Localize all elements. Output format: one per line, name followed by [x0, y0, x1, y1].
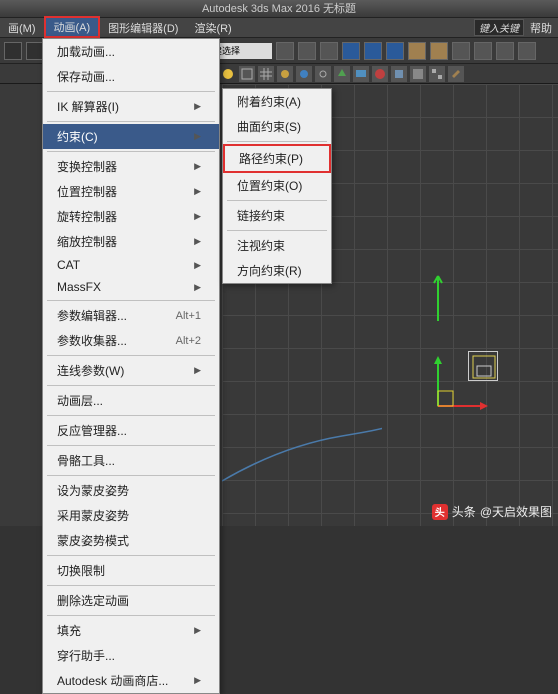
- layer-icon[interactable]: [452, 42, 470, 60]
- menu-separator: [227, 230, 327, 231]
- menu-item[interactable]: 路径约束(P): [223, 144, 331, 173]
- menu-item[interactable]: IK 解算器(I)▶: [43, 94, 219, 119]
- watermark-author: @天启效果图: [480, 503, 552, 520]
- menu-item[interactable]: 参数编辑器...Alt+1: [43, 303, 219, 328]
- menu-item[interactable]: 位置约束(O): [223, 173, 331, 198]
- box-icon[interactable]: [391, 66, 407, 82]
- menu-item[interactable]: 曲面约束(S): [223, 114, 331, 139]
- menu-separator: [47, 300, 215, 301]
- undo-icon[interactable]: [4, 42, 22, 60]
- menu-separator: [47, 385, 215, 386]
- menu-separator: [47, 475, 215, 476]
- menu-item[interactable]: 注视约束: [223, 233, 331, 258]
- menu-item[interactable]: 连线参数(W)▶: [43, 358, 219, 383]
- viewport-icon[interactable]: [239, 66, 255, 82]
- constraints-submenu: 附着约束(A)曲面约束(S) 路径约束(P)位置约束(O) 链接约束注视约束方向约束…: [222, 88, 332, 284]
- axis-indicator: [428, 271, 448, 326]
- light-icon[interactable]: [277, 66, 293, 82]
- menu-item[interactable]: 旋转控制器▶: [43, 204, 219, 229]
- menu-item[interactable]: 约束(C)▶: [43, 124, 219, 149]
- watermark-prefix: 头条: [452, 503, 476, 520]
- watermark-icon: 头: [432, 504, 448, 520]
- keyword-input[interactable]: 键入关键: [474, 19, 524, 36]
- menu-item[interactable]: 蒙皮姿势模式: [43, 528, 219, 553]
- menu-item[interactable]: 反应管理器...: [43, 418, 219, 443]
- screen-icon[interactable]: [353, 66, 369, 82]
- menu-separator: [227, 141, 327, 142]
- menu-item[interactable]: 设为蒙皮姿势: [43, 478, 219, 503]
- menu-separator: [47, 445, 215, 446]
- snap-icon[interactable]: [342, 42, 360, 60]
- mirror-icon[interactable]: [408, 42, 426, 60]
- menu-item[interactable]: 参数收集器...Alt+2: [43, 328, 219, 353]
- watermark: 头 头条 @天启效果图: [432, 503, 552, 520]
- panel-icon[interactable]: [410, 66, 426, 82]
- menu-item[interactable]: 加载动画...: [43, 39, 219, 64]
- menu-item[interactable]: MassFX▶: [43, 276, 219, 298]
- gear-icon[interactable]: [315, 66, 331, 82]
- menu-item[interactable]: 附着约束(A): [223, 89, 331, 114]
- render-icon[interactable]: [296, 66, 312, 82]
- animation-dropdown-menu: 加载动画...保存动画... IK 解算器(I)▶ 约束(C)▶ 变换控制器▶位置控制…: [42, 38, 220, 694]
- menu-separator: [47, 91, 215, 92]
- menu-rendering[interactable]: 渲染(R): [186, 18, 239, 37]
- material-icon[interactable]: [518, 42, 536, 60]
- menu-item[interactable]: 切换限制: [43, 558, 219, 583]
- menu-item[interactable]: 骨骼工具...: [43, 448, 219, 473]
- menu-item[interactable]: 动画层...: [43, 388, 219, 413]
- move-icon[interactable]: [276, 42, 294, 60]
- menu-separator: [47, 585, 215, 586]
- curve-editor-icon[interactable]: [474, 42, 492, 60]
- rotate-icon[interactable]: [298, 42, 316, 60]
- menu-separator: [227, 200, 327, 201]
- help-label[interactable]: 帮助: [530, 20, 552, 36]
- menu-item[interactable]: Autodesk 动画商店...▶: [43, 668, 219, 693]
- menu-separator: [47, 415, 215, 416]
- tree-icon[interactable]: [334, 66, 350, 82]
- angle-snap-icon[interactable]: [364, 42, 382, 60]
- menu-separator: [47, 615, 215, 616]
- menu-item[interactable]: 填充▶: [43, 618, 219, 643]
- globe-icon[interactable]: [372, 66, 388, 82]
- menu-item[interactable]: 链接约束: [223, 203, 331, 228]
- menu-item[interactable]: 采用蒙皮姿势: [43, 503, 219, 528]
- scale-icon[interactable]: [320, 42, 338, 60]
- menu-separator: [47, 151, 215, 152]
- menu-item[interactable]: 方向约束(R): [223, 258, 331, 283]
- transform-gizmo[interactable]: [418, 346, 498, 426]
- menu-item[interactable]: 删除选定动画: [43, 588, 219, 613]
- menu-item[interactable]: 保存动画...: [43, 64, 219, 89]
- sun-icon: [220, 66, 236, 82]
- menu-item[interactable]: 变换控制器▶: [43, 154, 219, 179]
- menu-separator: [47, 555, 215, 556]
- align-icon[interactable]: [430, 42, 448, 60]
- percent-snap-icon[interactable]: [386, 42, 404, 60]
- schematic-icon[interactable]: [496, 42, 514, 60]
- menu-graph-editors[interactable]: 图形编辑器(D): [100, 18, 186, 37]
- menu-bar: 画(M) 动画(A) 图形编辑器(D) 渲染(R) 键入关键 帮助: [0, 18, 558, 38]
- menu-separator: [47, 121, 215, 122]
- grid-icon[interactable]: [258, 66, 274, 82]
- menu-item[interactable]: 缩放控制器▶: [43, 229, 219, 254]
- spline-curve: [222, 426, 382, 486]
- grid2-icon[interactable]: [429, 66, 445, 82]
- menu-item[interactable]: 位置控制器▶: [43, 179, 219, 204]
- hammer-icon[interactable]: [448, 66, 464, 82]
- menu-item[interactable]: 穿行助手...: [43, 643, 219, 668]
- menu-item[interactable]: CAT▶: [43, 254, 219, 276]
- menu-separator: [47, 355, 215, 356]
- menu-item[interactable]: 画(M): [0, 18, 44, 37]
- menu-animation[interactable]: 动画(A): [44, 16, 101, 38]
